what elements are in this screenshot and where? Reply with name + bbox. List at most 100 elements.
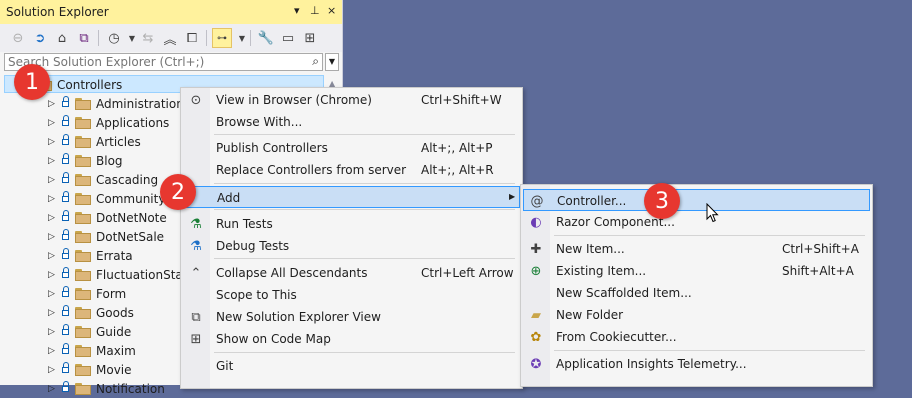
expand-arrow-icon[interactable]: ▷ xyxy=(48,137,56,147)
menu-item[interactable]: New Scaffolded Item... xyxy=(523,282,870,304)
expand-arrow-icon[interactable]: ▷ xyxy=(48,346,56,356)
expand-arrow-icon[interactable]: ▷ xyxy=(48,175,56,185)
menu-item[interactable]: Replace Controllers from server Alt+;, Al… xyxy=(183,159,520,181)
show-all-files-icon[interactable]: ⧠ xyxy=(182,28,202,48)
folder-icon xyxy=(75,363,91,376)
menu-item[interactable]: Browse With... xyxy=(183,111,520,133)
lock-icon xyxy=(62,305,70,317)
tree-node-folder[interactable]: ▷ Applications xyxy=(48,113,169,132)
tree-node-label: Blog xyxy=(96,153,123,168)
solution-explorer-toolbar: ⊖ ➲ ⌂ ⧉ ◷ ▼ ⇆ ︽ ⧠ ⊶ ▼ 🔧 ▭ ⊞ xyxy=(0,24,342,52)
menu-separator xyxy=(214,134,515,135)
expand-arrow-icon[interactable]: ▷ xyxy=(48,156,56,166)
tree-node-label: Form xyxy=(96,286,127,301)
new-view-icon: ⧉ xyxy=(191,309,201,325)
lock-icon xyxy=(62,96,70,108)
search-options-dropdown[interactable]: ▼ xyxy=(325,53,339,71)
collapse-all-icon[interactable]: ︽ xyxy=(160,28,180,48)
tree-node-folder[interactable]: ▷ Errata xyxy=(48,246,133,265)
pin-icon[interactable]: ⊥ xyxy=(310,4,320,17)
menu-item[interactable]: ⊕ Existing Item... Shift+Alt+A xyxy=(523,260,870,282)
back-icon[interactable]: ⊖ xyxy=(8,28,28,48)
folder-icon xyxy=(75,306,91,319)
razor-icon: ◐ xyxy=(530,214,542,230)
switch-views-icon[interactable]: ⧉ xyxy=(74,28,94,48)
search-input[interactable] xyxy=(5,54,298,70)
menu-item[interactable]: ⌃ Collapse All Descendants Ctrl+Left Arrow xyxy=(183,262,520,284)
expand-arrow-icon[interactable]: ▷ xyxy=(48,365,56,375)
code-map-icon[interactable]: ⊞ xyxy=(300,28,320,48)
menu-item-shortcut: Shift+Alt+A xyxy=(782,264,854,278)
lock-icon xyxy=(62,324,70,336)
lock-icon xyxy=(62,381,70,393)
tree-node-folder[interactable]: ▷ DotNetSale xyxy=(48,227,164,246)
expand-arrow-icon[interactable]: ▷ xyxy=(48,232,56,242)
sync-icon[interactable]: ⇆ xyxy=(138,28,158,48)
pending-changes-filter-icon[interactable]: ◷ xyxy=(104,28,124,48)
menu-item[interactable]: ⊞ Show on Code Map xyxy=(183,328,520,350)
chevron-down-icon[interactable]: ▼ xyxy=(232,28,252,48)
lock-icon xyxy=(62,134,70,146)
menu-item[interactable]: ▰ New Folder xyxy=(523,304,870,326)
new-folder-icon: ▰ xyxy=(531,307,541,323)
tree-node-folder[interactable]: ▷ FluctuationState xyxy=(48,265,195,284)
dropdown-icon[interactable]: ▾ xyxy=(294,4,300,17)
folder-icon xyxy=(75,192,91,205)
tree-node-folder[interactable]: ▷ Movie xyxy=(48,360,132,379)
lock-icon xyxy=(62,286,70,298)
menu-item[interactable]: ⧉ New Solution Explorer View xyxy=(183,306,520,328)
close-icon[interactable]: × xyxy=(327,4,336,17)
menu-item-label: Add xyxy=(217,191,241,205)
menu-item[interactable]: Publish Controllers Alt+;, Alt+P xyxy=(183,137,520,159)
tree-node-label: Goods xyxy=(96,305,134,320)
menu-item-label: Replace Controllers from server xyxy=(216,163,407,177)
expand-arrow-icon[interactable]: ▷ xyxy=(48,194,56,204)
menu-item[interactable]: @ Controller... xyxy=(523,189,870,211)
forward-icon[interactable]: ➲ xyxy=(30,28,50,48)
tree-node-label: Notification xyxy=(96,381,165,396)
menu-item[interactable]: ✪ Application Insights Telemetry... xyxy=(523,353,870,375)
expand-arrow-icon[interactable]: ▷ xyxy=(48,251,56,261)
tree-node-folder[interactable]: ▷ CommunityC xyxy=(48,189,174,208)
tree-node-folder[interactable]: ▷ DotNetNote xyxy=(48,208,167,227)
debug-tests-icon: ⚗ xyxy=(190,238,202,254)
menu-item[interactable]: Git xyxy=(183,355,520,377)
menu-item[interactable]: ⊙ View in Browser (Chrome) Ctrl+Shift+W xyxy=(183,89,520,111)
expand-arrow-icon[interactable]: ▷ xyxy=(48,99,56,109)
folder-icon xyxy=(75,97,91,110)
lock-icon xyxy=(62,248,70,260)
menu-item[interactable]: Scope to This xyxy=(183,284,520,306)
expand-arrow-icon[interactable]: ▷ xyxy=(48,289,56,299)
menu-item[interactable]: ✚ New Item... Ctrl+Shift+A xyxy=(523,238,870,260)
tree-node-folder[interactable]: ▷ Administrations xyxy=(48,94,190,113)
tree-node-folder[interactable]: ▷ Cascading xyxy=(48,170,158,189)
expand-arrow-icon[interactable]: ▷ xyxy=(48,308,56,318)
home-icon[interactable]: ⌂ xyxy=(52,28,72,48)
tree-node-folder[interactable]: ▷ Maxim xyxy=(48,341,136,360)
menu-item[interactable]: ✿ From Cookiecutter... xyxy=(523,326,870,348)
tree-node-folder[interactable]: ▷ Blog xyxy=(48,151,123,170)
expand-arrow-icon[interactable]: ▷ xyxy=(48,270,56,280)
expand-arrow-icon[interactable]: ▷ xyxy=(48,384,56,394)
tree-node-label: Maxim xyxy=(96,343,136,358)
menu-item[interactable]: ◐ Razor Component... xyxy=(523,211,870,233)
tree-filter-icon[interactable]: ⊶ xyxy=(212,28,232,48)
search-icon[interactable]: ⌕ xyxy=(312,54,319,69)
properties-wrench-icon[interactable]: 🔧 xyxy=(256,28,276,48)
tree-node-folder[interactable]: ▷ Goods xyxy=(48,303,134,322)
tree-node-folder[interactable]: ▷ Form xyxy=(48,284,126,303)
menu-item[interactable]: Add ▶ xyxy=(183,186,520,208)
menu-item-shortcut: Ctrl+Shift+W xyxy=(421,93,502,107)
menu-item[interactable]: ⚗ Debug Tests xyxy=(183,235,520,257)
menu-item-label: Controller... xyxy=(557,194,627,208)
tree-node-folder[interactable]: ▷ Guide xyxy=(48,322,131,341)
tree-node-folder[interactable]: ▷ Notification xyxy=(48,379,165,398)
menu-item[interactable]: ⚗ Run Tests xyxy=(183,213,520,235)
expand-arrow-icon[interactable]: ▷ xyxy=(48,213,56,223)
tree-node-folder[interactable]: ▷ Articles xyxy=(48,132,141,151)
preview-icon[interactable]: ▭ xyxy=(278,28,298,48)
collapse-icon: ⌃ xyxy=(190,265,202,281)
expand-arrow-icon[interactable]: ▷ xyxy=(48,327,56,337)
expand-arrow-icon[interactable]: ▷ xyxy=(48,118,56,128)
menu-item-label: Run Tests xyxy=(216,217,273,231)
